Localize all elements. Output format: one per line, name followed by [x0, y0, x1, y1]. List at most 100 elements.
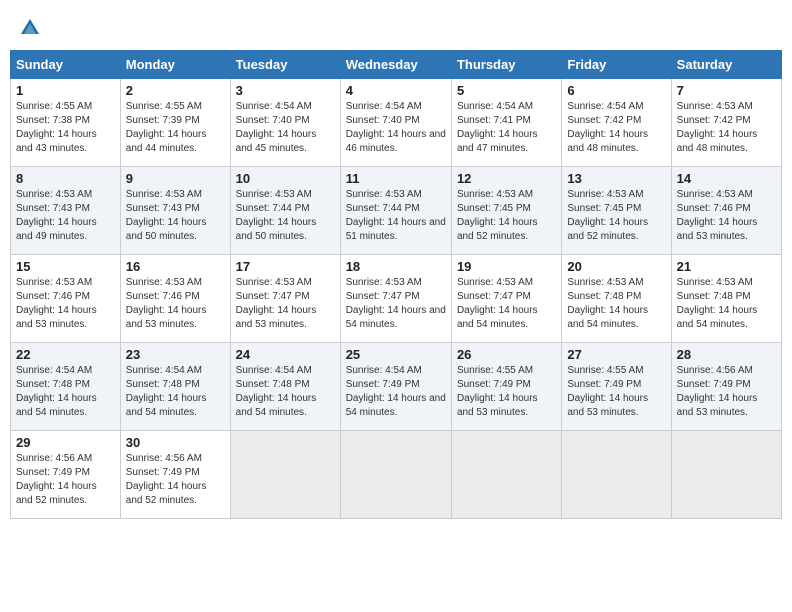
day-number: 7 [677, 83, 776, 98]
day-number: 19 [457, 259, 556, 274]
calendar-cell: 27 Sunrise: 4:55 AMSunset: 7:49 PMDaylig… [562, 343, 671, 431]
day-number: 5 [457, 83, 556, 98]
calendar-cell: 30 Sunrise: 4:56 AMSunset: 7:49 PMDaylig… [120, 431, 230, 519]
day-number: 21 [677, 259, 776, 274]
calendar-cell: 5 Sunrise: 4:54 AMSunset: 7:41 PMDayligh… [451, 79, 561, 167]
calendar-cell: 1 Sunrise: 4:55 AMSunset: 7:38 PMDayligh… [11, 79, 121, 167]
calendar-cell [451, 431, 561, 519]
day-number: 1 [16, 83, 115, 98]
day-number: 16 [126, 259, 225, 274]
day-number: 25 [346, 347, 446, 362]
week-row-1: 1 Sunrise: 4:55 AMSunset: 7:38 PMDayligh… [11, 79, 782, 167]
calendar-cell: 13 Sunrise: 4:53 AMSunset: 7:45 PMDaylig… [562, 167, 671, 255]
day-number: 20 [567, 259, 665, 274]
header-wednesday: Wednesday [340, 51, 451, 79]
day-number: 26 [457, 347, 556, 362]
calendar-cell: 23 Sunrise: 4:54 AMSunset: 7:48 PMDaylig… [120, 343, 230, 431]
day-number: 6 [567, 83, 665, 98]
calendar-cell: 2 Sunrise: 4:55 AMSunset: 7:39 PMDayligh… [120, 79, 230, 167]
calendar-cell: 22 Sunrise: 4:54 AMSunset: 7:48 PMDaylig… [11, 343, 121, 431]
day-info: Sunrise: 4:53 AMSunset: 7:45 PMDaylight:… [567, 189, 648, 242]
week-row-2: 8 Sunrise: 4:53 AMSunset: 7:43 PMDayligh… [11, 167, 782, 255]
logo-icon [18, 16, 42, 40]
calendar-table: SundayMondayTuesdayWednesdayThursdayFrid… [10, 50, 782, 519]
day-info: Sunrise: 4:56 AMSunset: 7:49 PMDaylight:… [677, 365, 758, 418]
calendar-cell: 16 Sunrise: 4:53 AMSunset: 7:46 PMDaylig… [120, 255, 230, 343]
day-number: 11 [346, 171, 446, 186]
logo [18, 16, 44, 40]
day-info: Sunrise: 4:53 AMSunset: 7:44 PMDaylight:… [236, 189, 317, 242]
calendar-cell [671, 431, 781, 519]
day-info: Sunrise: 4:56 AMSunset: 7:49 PMDaylight:… [16, 453, 97, 506]
calendar-cell: 17 Sunrise: 4:53 AMSunset: 7:47 PMDaylig… [230, 255, 340, 343]
header-monday: Monday [120, 51, 230, 79]
day-info: Sunrise: 4:54 AMSunset: 7:41 PMDaylight:… [457, 101, 538, 154]
day-number: 8 [16, 171, 115, 186]
day-number: 28 [677, 347, 776, 362]
header-sunday: Sunday [11, 51, 121, 79]
day-info: Sunrise: 4:56 AMSunset: 7:49 PMDaylight:… [126, 453, 207, 506]
day-number: 9 [126, 171, 225, 186]
calendar-cell: 19 Sunrise: 4:53 AMSunset: 7:47 PMDaylig… [451, 255, 561, 343]
calendar-cell: 15 Sunrise: 4:53 AMSunset: 7:46 PMDaylig… [11, 255, 121, 343]
header-row: SundayMondayTuesdayWednesdayThursdayFrid… [11, 51, 782, 79]
day-number: 29 [16, 435, 115, 450]
calendar-cell: 20 Sunrise: 4:53 AMSunset: 7:48 PMDaylig… [562, 255, 671, 343]
calendar-cell: 18 Sunrise: 4:53 AMSunset: 7:47 PMDaylig… [340, 255, 451, 343]
week-row-4: 22 Sunrise: 4:54 AMSunset: 7:48 PMDaylig… [11, 343, 782, 431]
calendar-cell: 14 Sunrise: 4:53 AMSunset: 7:46 PMDaylig… [671, 167, 781, 255]
day-number: 24 [236, 347, 335, 362]
header-saturday: Saturday [671, 51, 781, 79]
day-number: 12 [457, 171, 556, 186]
day-number: 2 [126, 83, 225, 98]
week-row-5: 29 Sunrise: 4:56 AMSunset: 7:49 PMDaylig… [11, 431, 782, 519]
day-info: Sunrise: 4:53 AMSunset: 7:48 PMDaylight:… [677, 277, 758, 330]
day-info: Sunrise: 4:53 AMSunset: 7:45 PMDaylight:… [457, 189, 538, 242]
day-info: Sunrise: 4:53 AMSunset: 7:44 PMDaylight:… [346, 189, 446, 242]
calendar-cell: 12 Sunrise: 4:53 AMSunset: 7:45 PMDaylig… [451, 167, 561, 255]
calendar-cell [230, 431, 340, 519]
day-number: 4 [346, 83, 446, 98]
calendar-cell: 7 Sunrise: 4:53 AMSunset: 7:42 PMDayligh… [671, 79, 781, 167]
day-info: Sunrise: 4:53 AMSunset: 7:47 PMDaylight:… [457, 277, 538, 330]
day-info: Sunrise: 4:53 AMSunset: 7:46 PMDaylight:… [677, 189, 758, 242]
page-header [10, 10, 782, 46]
day-info: Sunrise: 4:53 AMSunset: 7:43 PMDaylight:… [126, 189, 207, 242]
calendar-cell: 21 Sunrise: 4:53 AMSunset: 7:48 PMDaylig… [671, 255, 781, 343]
header-thursday: Thursday [451, 51, 561, 79]
calendar-cell: 25 Sunrise: 4:54 AMSunset: 7:49 PMDaylig… [340, 343, 451, 431]
day-info: Sunrise: 4:53 AMSunset: 7:43 PMDaylight:… [16, 189, 97, 242]
day-number: 10 [236, 171, 335, 186]
day-info: Sunrise: 4:55 AMSunset: 7:38 PMDaylight:… [16, 101, 97, 154]
day-number: 15 [16, 259, 115, 274]
calendar-cell: 29 Sunrise: 4:56 AMSunset: 7:49 PMDaylig… [11, 431, 121, 519]
day-number: 3 [236, 83, 335, 98]
day-info: Sunrise: 4:54 AMSunset: 7:40 PMDaylight:… [236, 101, 317, 154]
calendar-cell: 6 Sunrise: 4:54 AMSunset: 7:42 PMDayligh… [562, 79, 671, 167]
day-number: 27 [567, 347, 665, 362]
calendar-cell: 4 Sunrise: 4:54 AMSunset: 7:40 PMDayligh… [340, 79, 451, 167]
day-info: Sunrise: 4:53 AMSunset: 7:46 PMDaylight:… [126, 277, 207, 330]
calendar-cell: 9 Sunrise: 4:53 AMSunset: 7:43 PMDayligh… [120, 167, 230, 255]
day-info: Sunrise: 4:55 AMSunset: 7:49 PMDaylight:… [567, 365, 648, 418]
calendar-cell: 10 Sunrise: 4:53 AMSunset: 7:44 PMDaylig… [230, 167, 340, 255]
calendar-cell: 3 Sunrise: 4:54 AMSunset: 7:40 PMDayligh… [230, 79, 340, 167]
day-info: Sunrise: 4:54 AMSunset: 7:48 PMDaylight:… [16, 365, 97, 418]
day-info: Sunrise: 4:54 AMSunset: 7:48 PMDaylight:… [126, 365, 207, 418]
calendar-cell: 28 Sunrise: 4:56 AMSunset: 7:49 PMDaylig… [671, 343, 781, 431]
calendar-cell [562, 431, 671, 519]
day-info: Sunrise: 4:55 AMSunset: 7:49 PMDaylight:… [457, 365, 538, 418]
day-number: 13 [567, 171, 665, 186]
calendar-cell: 11 Sunrise: 4:53 AMSunset: 7:44 PMDaylig… [340, 167, 451, 255]
day-info: Sunrise: 4:54 AMSunset: 7:42 PMDaylight:… [567, 101, 648, 154]
day-number: 23 [126, 347, 225, 362]
calendar-cell: 26 Sunrise: 4:55 AMSunset: 7:49 PMDaylig… [451, 343, 561, 431]
day-info: Sunrise: 4:54 AMSunset: 7:48 PMDaylight:… [236, 365, 317, 418]
day-number: 18 [346, 259, 446, 274]
day-number: 14 [677, 171, 776, 186]
day-info: Sunrise: 4:54 AMSunset: 7:49 PMDaylight:… [346, 365, 446, 418]
day-info: Sunrise: 4:54 AMSunset: 7:40 PMDaylight:… [346, 101, 446, 154]
day-info: Sunrise: 4:55 AMSunset: 7:39 PMDaylight:… [126, 101, 207, 154]
week-row-3: 15 Sunrise: 4:53 AMSunset: 7:46 PMDaylig… [11, 255, 782, 343]
header-tuesday: Tuesday [230, 51, 340, 79]
